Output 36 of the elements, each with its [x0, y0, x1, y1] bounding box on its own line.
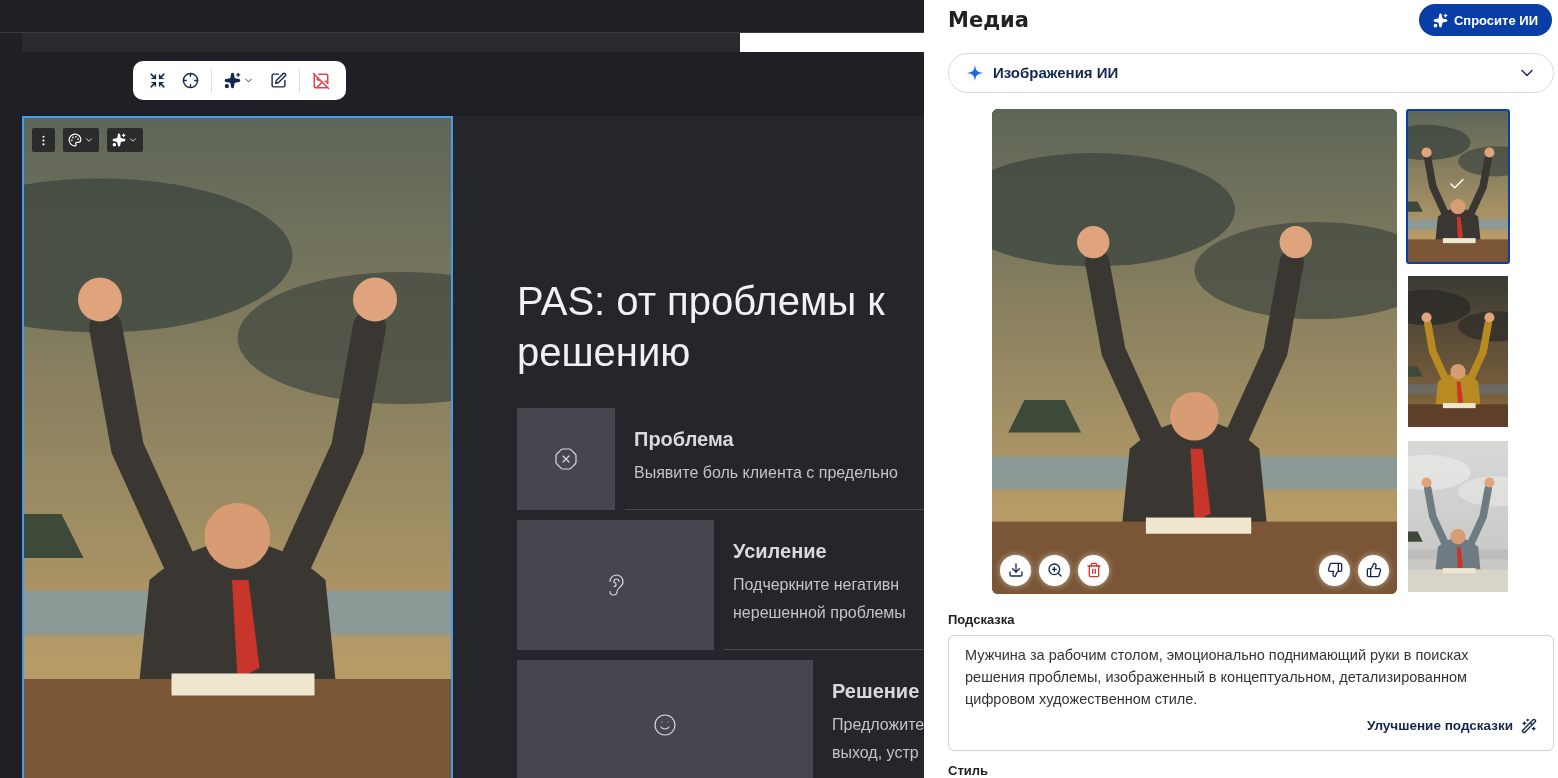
palette-icon [68, 133, 82, 147]
panel-title: Медиа [948, 8, 1029, 32]
thumbs-up-icon [1365, 562, 1382, 579]
sparkles-icon [112, 133, 126, 147]
image-off-icon [312, 71, 330, 90]
sparkles-button[interactable] [107, 128, 143, 152]
thumbs-down-icon [1326, 562, 1343, 579]
crosshair-icon [182, 72, 199, 89]
sparkles-icon [1432, 12, 1448, 28]
card-text: Выявите боль клиента с предельно [634, 463, 899, 483]
download-icon [1007, 562, 1024, 579]
slide-title: PAS: от проблемы к решению [517, 278, 886, 376]
sparkles-icon [224, 72, 241, 89]
palette-button[interactable] [63, 128, 99, 152]
card-title: Решение [832, 680, 921, 703]
card-icon [554, 447, 578, 471]
chevron-icon [84, 135, 94, 145]
trash-icon [1085, 562, 1102, 579]
card-icon [653, 713, 677, 737]
zoom-in-icon [1046, 562, 1063, 579]
sparkle-icon [967, 64, 983, 81]
chevron-icon [128, 135, 138, 145]
wand-icon [1521, 717, 1537, 734]
card-text: Предложите выход, устр [832, 715, 924, 763]
improve-prompt-link[interactable]: Улучшение подсказки [1366, 717, 1537, 734]
pen-icon [270, 72, 287, 89]
prompt-label: Подсказка [948, 611, 1016, 627]
card-text: Подчеркните негативн нерешенной проблемы [733, 575, 907, 623]
ask-ai-button[interactable]: Спросите ИИ [1418, 4, 1552, 36]
prompt-field[interactable]: Мужчина за рабочим столом, эмоционально поднимающий руки в поисках решения проблемы, изображенный в концептуальном, детализированном цифровом художественном стиле. Улучшение подсказки [948, 634, 1554, 751]
shrink-icon [149, 72, 166, 89]
card-title: Проблема [634, 428, 735, 451]
style-label: Стиль [948, 763, 989, 778]
source-dropdown[interactable]: Изображения ИИ [948, 53, 1554, 93]
more-button[interactable] [32, 128, 55, 152]
card-title: Усиление [733, 540, 828, 563]
